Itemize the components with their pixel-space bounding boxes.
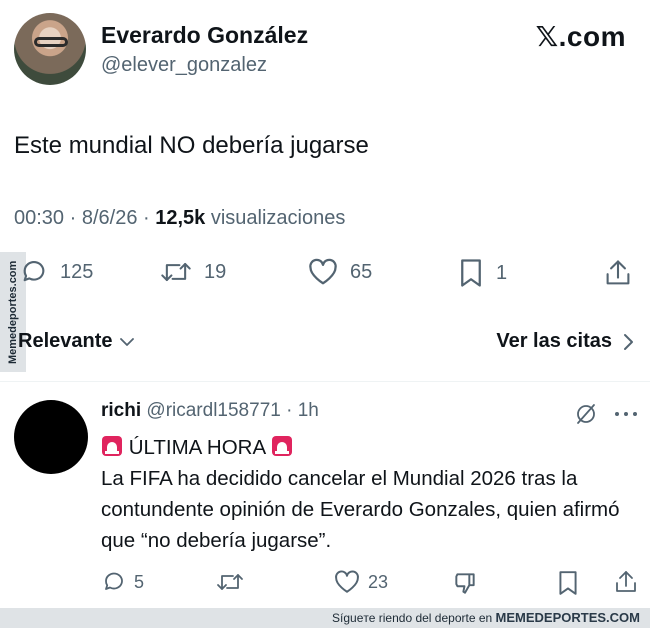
reply-like-count: 23 [368, 571, 389, 592]
retweet-count: 19 [204, 260, 227, 283]
bookmark-count: 1 [496, 261, 508, 284]
reply-header: richi @ricardl158771 · 1h [101, 400, 319, 421]
retweet-icon [216, 570, 244, 594]
retweet-button[interactable]: 19 [160, 258, 226, 286]
reply-like-button[interactable]: 23 [334, 570, 388, 594]
dislike-icon [452, 570, 478, 596]
footer-site: MEMEDEPORTES.COM [495, 610, 640, 625]
chevron-down-icon [119, 336, 135, 348]
like-count: 65 [350, 260, 373, 283]
sort-relevant-dropdown[interactable]: Relevante [18, 330, 135, 353]
share-icon [614, 569, 638, 595]
divider [0, 381, 650, 382]
tweet-time[interactable]: 00:30 [14, 207, 64, 229]
author-avatar[interactable] [14, 13, 86, 85]
bookmark-button[interactable]: 1 [458, 258, 507, 288]
footer-text: Sígueте riendo del deporte en [332, 611, 493, 625]
reply-avatar[interactable] [14, 400, 88, 474]
like-icon [334, 570, 360, 594]
footer-watermark: Sígueте riendo del deporte en MEMEDEPORT… [332, 608, 640, 628]
bookmark-icon [458, 258, 484, 288]
reply-button[interactable]: 125 [20, 258, 93, 286]
reply-reply-count: 5 [134, 571, 145, 592]
grok-icon[interactable] [574, 402, 598, 426]
bookmark-icon [557, 570, 579, 596]
author-name[interactable]: Everardo González [101, 22, 308, 49]
like-button[interactable]: 65 [308, 258, 372, 286]
dislike-button[interactable] [452, 570, 478, 596]
reply-body-text: La FIFA ha decidido cancelar el Mundial … [101, 467, 620, 552]
reply-icon [20, 258, 48, 286]
more-icon[interactable] [614, 410, 638, 418]
views-label: visualizaciones [210, 207, 346, 229]
reply-reply-button[interactable]: 5 [102, 570, 144, 594]
share-icon [604, 258, 632, 288]
siren-icon [271, 435, 293, 457]
reply-author-handle[interactable]: @ricardl158771 [146, 400, 280, 421]
chevron-right-icon [622, 333, 634, 351]
tweet-meta: 00:30 · 8/6/26 · 12,5k visualizaciones [14, 207, 346, 229]
view-quotes-link[interactable]: Ver las citas [496, 330, 634, 353]
reply-headline-line: ÚLTIMA HORA [101, 432, 646, 463]
retweet-icon [160, 258, 192, 286]
reply-share-button[interactable] [614, 569, 638, 595]
tweet-text: Este mundial NO debería jugarse [14, 132, 369, 159]
sort-label: Relevante [18, 330, 113, 352]
tweet-date[interactable]: 8/6/26 [82, 207, 138, 229]
reply-icon [102, 570, 126, 594]
share-button[interactable] [604, 258, 632, 288]
reply-text: ÚLTIMA HORA La FIFA ha decidido cancelar… [101, 432, 646, 556]
reply-count: 125 [60, 260, 94, 283]
views-count: 12,5k [155, 207, 206, 229]
siren-icon [101, 435, 123, 457]
author-handle[interactable]: @elever_gonzalez [101, 54, 267, 77]
reply-bookmark-button[interactable] [557, 570, 579, 596]
reply-author-name[interactable]: richi [101, 400, 141, 421]
like-icon [308, 258, 338, 286]
reply-headline: ÚLTIMA HORA [128, 436, 266, 459]
x-logo: 𝕏.com [535, 21, 626, 52]
view-quotes-label: Ver las citas [496, 330, 612, 352]
reply-retweet-button[interactable] [216, 570, 244, 594]
reply-time[interactable]: 1h [298, 400, 319, 421]
